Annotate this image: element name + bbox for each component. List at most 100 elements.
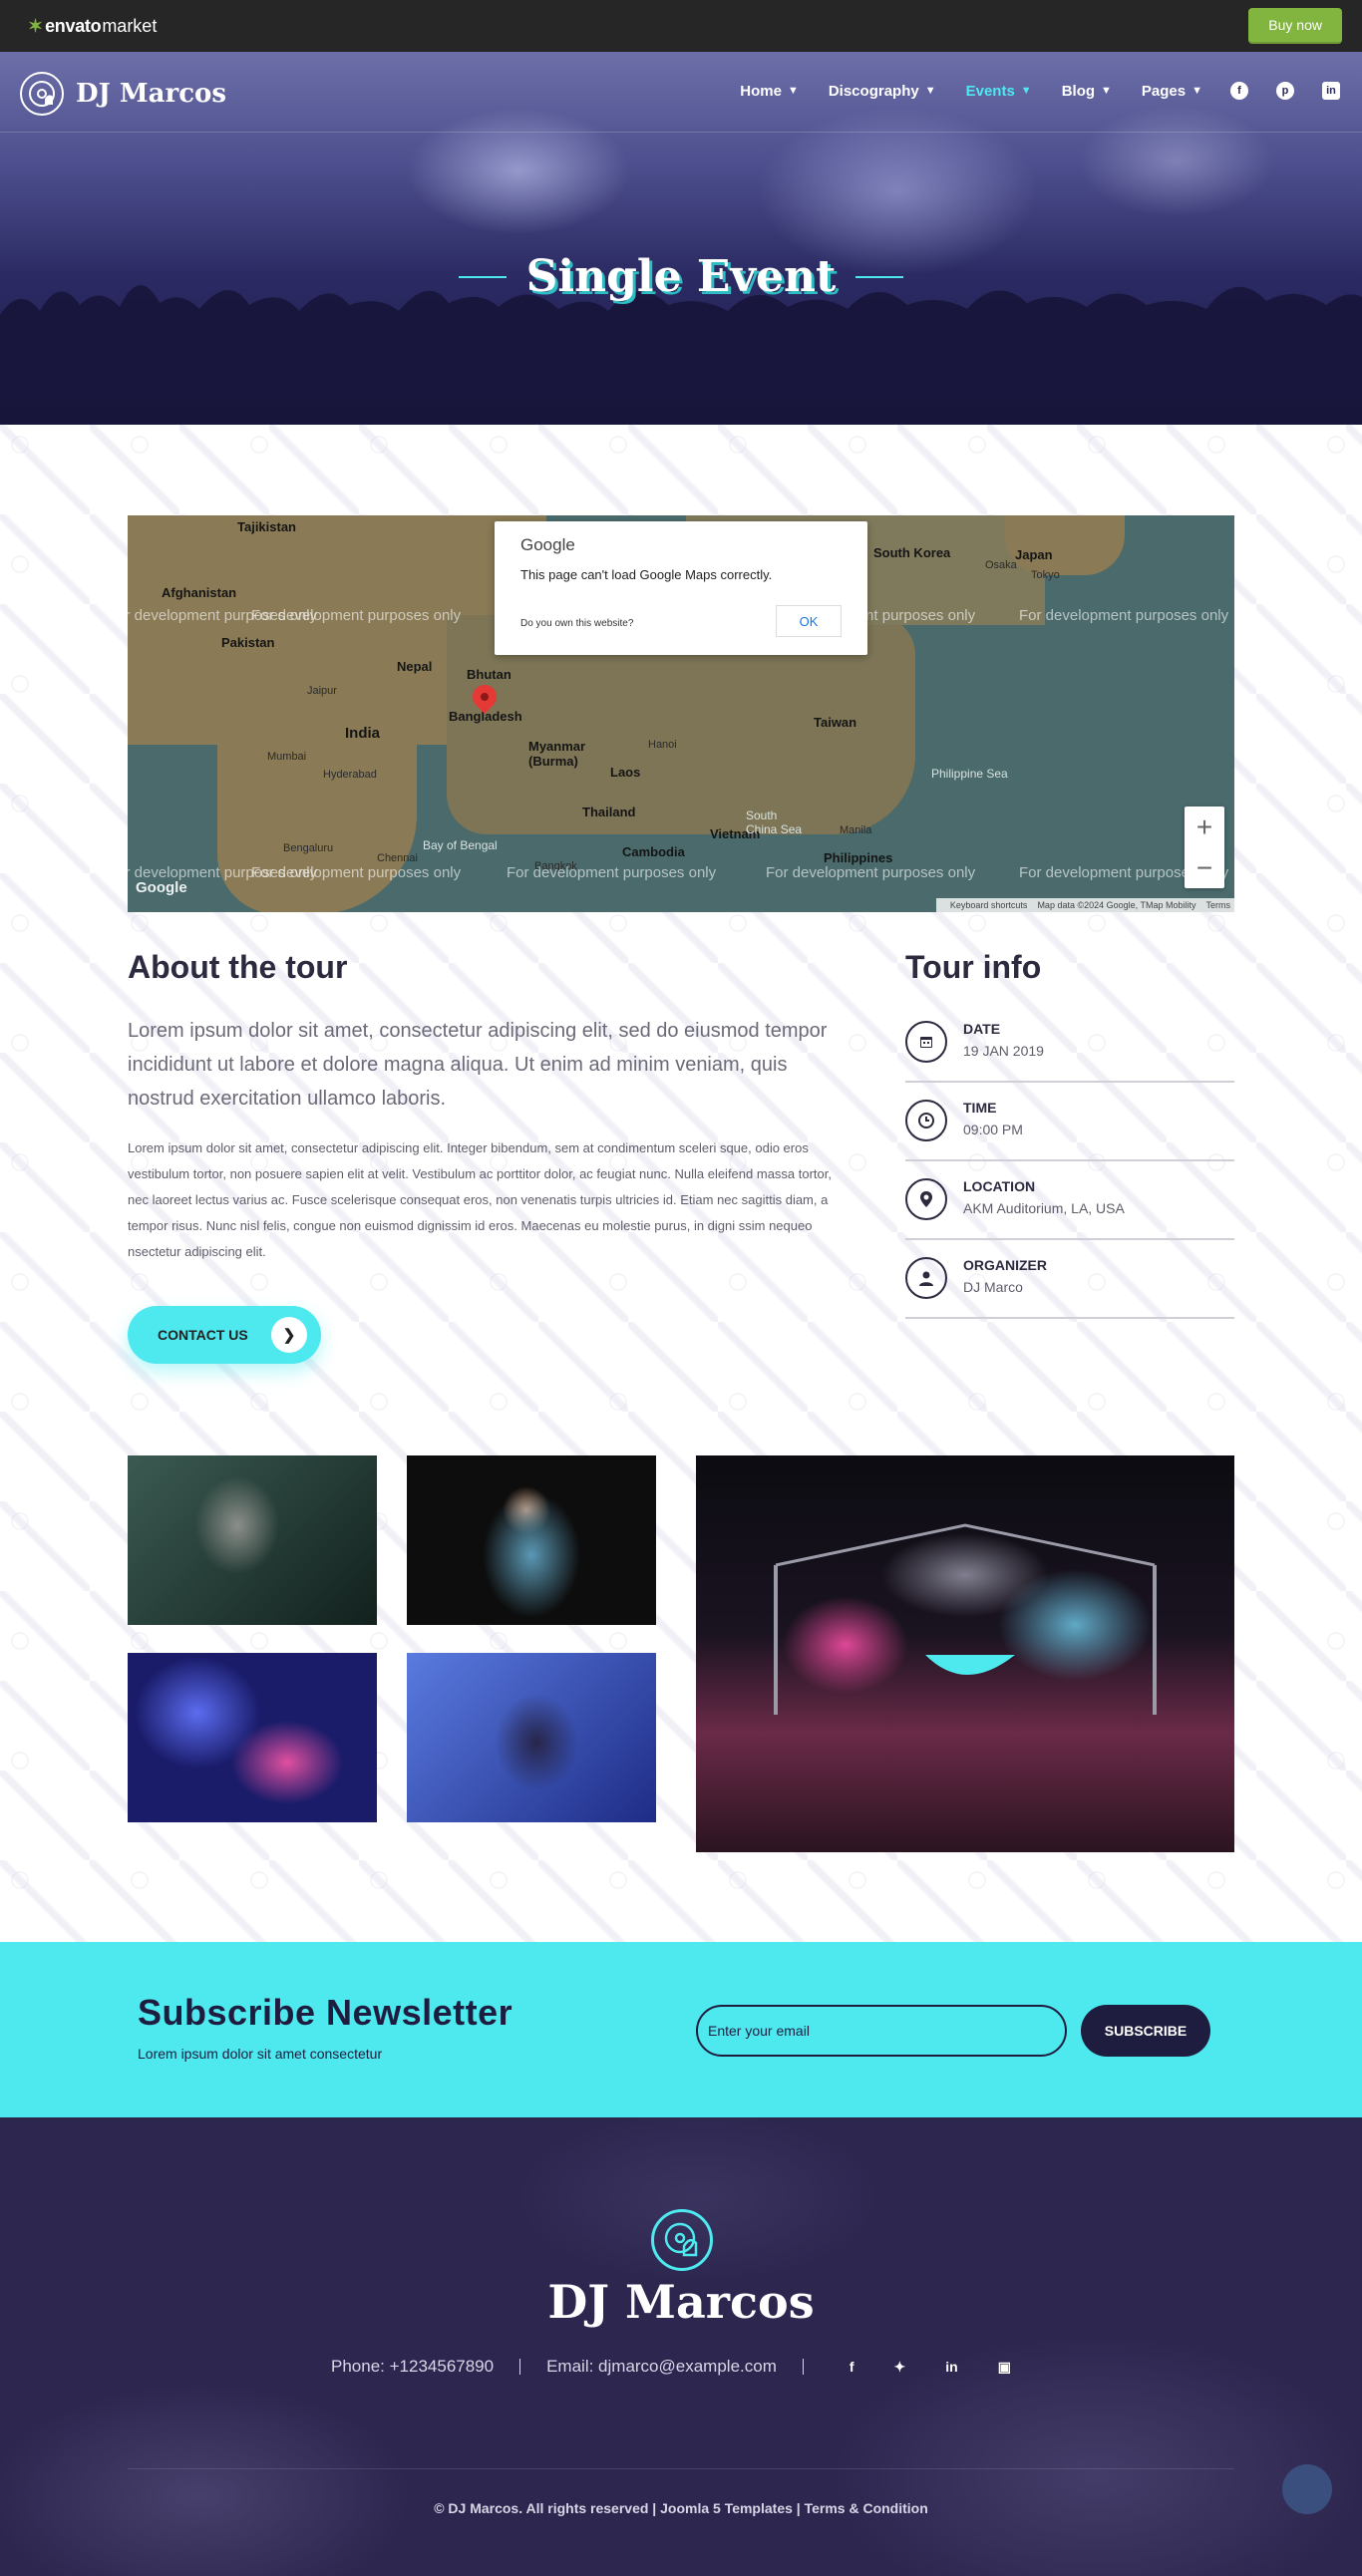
dj-record-icon [651, 2209, 713, 2271]
nav-discography[interactable]: Discography ▼ [829, 83, 936, 100]
facebook-icon[interactable]: f [1230, 82, 1248, 100]
tour-info-title: Tour info [905, 949, 1042, 985]
contact-us-button[interactable]: CONTACT US ❯ [128, 1306, 321, 1364]
map-label: Philippines [824, 850, 893, 865]
zoom-out-button[interactable]: − [1185, 847, 1224, 888]
footer-email[interactable]: Email: djmarco@example.com [546, 2357, 777, 2377]
nav-pages[interactable]: Pages ▼ [1142, 83, 1202, 100]
envato-logo-main: envato [45, 15, 102, 36]
gallery-image[interactable] [128, 1653, 377, 1822]
subscribe-section: Subscribe Newsletter Lorem ipsum dolor s… [0, 1942, 1362, 2117]
map-label: Thailand [582, 805, 636, 819]
footer-contact: Phone: +1234567890 Email: djmarco@exampl… [0, 2357, 1362, 2377]
facebook-icon[interactable]: f [850, 2359, 854, 2375]
nav-home[interactable]: Home ▼ [740, 83, 799, 100]
map-label: Bhutan [467, 667, 511, 682]
map-label: Hanoi [648, 739, 677, 751]
map-label: Osaka [985, 559, 1017, 571]
map-label: South Korea [873, 545, 951, 560]
back-to-top-button[interactable] [1282, 2464, 1332, 2514]
map-label: Jaipur [307, 685, 337, 697]
map-label: Japan [1015, 547, 1053, 562]
zoom-in-button[interactable]: + [1185, 806, 1224, 847]
main-nav: Home ▼ Discography ▼ Events ▼ Blog ▼ Pages ▼ … [710, 82, 1340, 100]
map-watermark: For development purposes only [766, 864, 976, 881]
site-brand[interactable]: DJ Marcos [20, 72, 226, 116]
nav-blog-label: Blog [1061, 82, 1096, 100]
map-zoom-controls: + − [1185, 806, 1224, 888]
map-watermark: For development purposes only [507, 864, 717, 881]
title-dash-left [458, 275, 507, 278]
user-icon [905, 1257, 947, 1299]
title-dash-right [855, 275, 904, 278]
map-data-credit: Map data ©2024 Google, TMap Mobility [1037, 900, 1196, 910]
map-land-korea-japan [1005, 515, 1125, 575]
map-keyboard-shortcuts[interactable]: Keyboard shortcuts [950, 900, 1028, 910]
about-lead: Lorem ipsum dolor sit amet, consectetur … [128, 1020, 828, 1110]
map-error-question[interactable]: Do you own this website? [520, 618, 633, 629]
nav-home-label: Home [740, 82, 782, 100]
map-attribution: Keyboard shortcuts Map data ©2024 Google… [935, 898, 1234, 912]
buy-now-button[interactable]: Buy now [1248, 8, 1342, 44]
linkedin-icon[interactable]: in [1322, 82, 1340, 100]
tour-info-row: ORGANIZER DJ Marco [905, 1240, 1234, 1319]
subscribe-button[interactable]: SUBSCRIBE [1081, 2005, 1210, 2057]
gallery-image-large[interactable] [696, 1455, 1234, 1852]
map-label: Bay of Bengal [423, 838, 498, 852]
footer-separator [519, 2359, 521, 2375]
site-footer: DJ Marcos Phone: +1234567890 Email: djma… [0, 2117, 1362, 2576]
linkedin-icon[interactable]: in [945, 2359, 957, 2375]
tour-info-value: 19 JAN 2019 [963, 1043, 1044, 1059]
map-error-message: This page can't load Google Maps correct… [520, 567, 773, 582]
map-label: Chennai [377, 852, 418, 864]
google-map[interactable]: Tajikistan Afghanistan Pakistan Nepal Bh… [128, 515, 1234, 912]
map-watermark: For development purposes only [1019, 607, 1229, 624]
nav-blog[interactable]: Blog ▼ [1062, 83, 1112, 100]
tour-info-label: LOCATION [963, 1178, 1036, 1194]
nav-events[interactable]: Events ▼ [966, 83, 1032, 100]
envato-bar: ✶ envato market Buy now [0, 0, 1362, 52]
gallery-image[interactable] [407, 1653, 656, 1822]
envato-logo[interactable]: ✶ envato market [28, 16, 157, 37]
nav-discography-label: Discography [828, 82, 919, 100]
hero-title-wrap: Single Event [0, 251, 1362, 302]
party-dancers-photo [128, 1653, 377, 1822]
map-label: Tokyo [1031, 569, 1060, 581]
dancing-man-photo [407, 1653, 656, 1822]
chevron-down-icon: ▼ [1020, 85, 1032, 97]
stage-truss [774, 1523, 1157, 1715]
calendar-icon [905, 1021, 947, 1063]
map-error-ok-button[interactable]: OK [776, 605, 842, 637]
subscribe-description: Lorem ipsum dolor sit amet consectetur [138, 2046, 383, 2062]
map-label: Mumbai [267, 751, 307, 763]
dj-headphones-photo [128, 1455, 377, 1625]
map-label: Cambodia [622, 844, 685, 859]
location-pin-icon [905, 1178, 947, 1220]
nav-pages-label: Pages [1141, 82, 1187, 100]
map-watermark: For development purposes only [251, 607, 462, 624]
twitter-icon[interactable]: ✦ [894, 2359, 906, 2376]
nav-events-label: Events [965, 82, 1015, 100]
map-label: Afghanistan [162, 585, 237, 600]
footer-phone[interactable]: Phone: +1234567890 [331, 2357, 494, 2377]
map-terms-link[interactable]: Terms [1206, 900, 1231, 910]
google-logo: Google [136, 879, 187, 896]
chevron-down-icon: ▼ [1101, 85, 1112, 97]
about-title: About the tour [128, 949, 348, 985]
chevron-right-icon: ❯ [271, 1317, 307, 1353]
chevron-down-icon: ▼ [1192, 85, 1202, 97]
email-input[interactable]: Enter your email [696, 2005, 1067, 2057]
tour-info-label: TIME [963, 1100, 997, 1116]
envato-leaf-icon: ✶ [28, 15, 44, 36]
gallery-image[interactable] [128, 1455, 377, 1625]
pinterest-icon[interactable]: p [1276, 82, 1294, 100]
chevron-down-icon: ▼ [787, 85, 799, 97]
map-label: Tajikistan [237, 519, 297, 534]
instagram-icon[interactable]: ▣ [998, 2359, 1011, 2376]
map-label: Nepal [397, 659, 433, 674]
google-wordmark: Google [520, 535, 575, 554]
brand-name: DJ Marcos [76, 79, 227, 109]
page-title: Single Event [525, 251, 837, 302]
footer-separator [802, 2359, 804, 2375]
gallery-image[interactable] [407, 1455, 656, 1625]
